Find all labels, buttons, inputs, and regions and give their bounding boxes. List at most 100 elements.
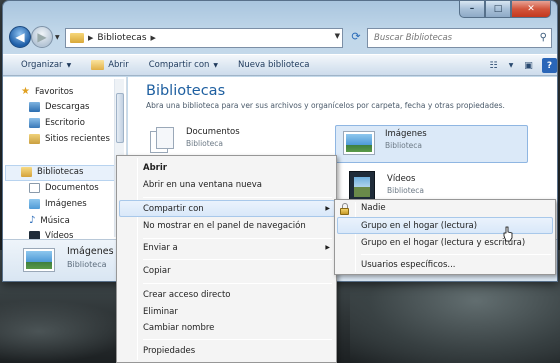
submenu-arrow-icon: ▶ — [325, 205, 330, 212]
library-name: Imágenes — [385, 129, 427, 139]
search-input[interactable] — [374, 33, 529, 43]
share-label: Compartir con — [148, 60, 210, 70]
menu-divider — [143, 238, 332, 239]
submenu-item-grupo-lectura-escritura[interactable]: Grupo en el hogar (lectura y escritura) — [361, 238, 525, 248]
share-submenu: Nadie Grupo en el hogar (lectura) Grupo … — [334, 199, 556, 275]
new-library-label: Nueva biblioteca — [238, 60, 310, 70]
pictures-icon — [29, 199, 40, 209]
library-name: Documentos — [186, 127, 240, 137]
sidebar-item-escritorio[interactable]: Escritorio — [29, 118, 85, 128]
sidebar-item-label: Favoritos — [34, 86, 74, 97]
sidebar-item-documentos[interactable]: Documentos — [29, 183, 99, 193]
documents-icon — [29, 183, 40, 193]
library-kind: Biblioteca — [186, 139, 224, 148]
menu-gutter — [355, 202, 356, 272]
libraries-icon — [21, 167, 32, 177]
close-button[interactable]: ✕ — [511, 1, 551, 18]
window-controls: – □ ✕ — [459, 1, 551, 18]
lock-icon — [339, 203, 350, 215]
refresh-icon[interactable]: ⟳ — [347, 30, 365, 46]
history-dropdown-icon[interactable]: ▼ — [55, 34, 60, 41]
chevron-down-icon: ▼ — [66, 61, 72, 69]
command-bar: Organizar ▼ Abrir Compartir con ▼ Nueva … — [3, 54, 557, 76]
menu-item-no-mostrar[interactable]: No mostrar en el panel de navegación — [143, 221, 306, 231]
sidebar-item-musica[interactable]: ♪ Música — [29, 215, 70, 226]
search-box: ⚲ — [367, 28, 552, 48]
navigation-pane: ★ Favoritos Descargas Escritorio Sitios … — [3, 77, 127, 239]
minimize-button[interactable]: – — [459, 1, 485, 18]
new-library-button[interactable]: Nueva biblioteca — [238, 60, 309, 70]
preview-pane-icon[interactable]: ▣ — [521, 58, 536, 73]
page-subtitle: Abra una biblioteca para ver sus archivo… — [146, 101, 505, 110]
menu-item-abrir[interactable]: Abrir — [143, 163, 167, 173]
details-kind: Biblioteca — [67, 260, 107, 269]
library-kind: Biblioteca — [387, 186, 425, 195]
sidebar-item-imagenes[interactable]: Imágenes — [29, 199, 87, 209]
menu-item-abrir-ventana-nueva[interactable]: Abrir en una ventana nueva — [143, 180, 262, 190]
menu-item-propiedades[interactable]: Propiedades — [143, 346, 195, 356]
pictures-library-icon — [21, 246, 57, 276]
menu-item-crear-acceso-directo[interactable]: Crear acceso directo — [143, 290, 231, 300]
page-title: Bibliotecas — [146, 83, 226, 99]
details-name: Imágenes — [67, 246, 114, 257]
music-icon: ♪ — [29, 215, 36, 226]
sidebar-item-label: Sitios recientes — [45, 134, 110, 144]
address-bar[interactable]: ▶ Bibliotecas ▶ ▼ — [65, 28, 343, 48]
mouse-cursor-icon — [503, 226, 513, 242]
breadcrumb-separator-icon[interactable]: ▶ — [88, 34, 93, 42]
search-icon[interactable]: ⚲ — [540, 32, 547, 43]
sidebar-item-favoritos[interactable]: ★ Favoritos — [21, 86, 73, 97]
submenu-arrow-icon: ▶ — [325, 244, 330, 251]
sidebar-item-label: Bibliotecas — [37, 167, 84, 177]
breadcrumb-separator-icon[interactable]: ▶ — [151, 34, 156, 42]
library-tile-imagenes[interactable]: Imágenes Biblioteca — [341, 129, 427, 157]
breadcrumb-libraries[interactable]: Bibliotecas — [97, 33, 146, 43]
sidebar-item-sitios-recientes[interactable]: Sitios recientes — [29, 134, 110, 144]
menu-divider — [143, 197, 332, 198]
scrollbar-thumb[interactable] — [116, 93, 124, 143]
sidebar-item-videos[interactable]: Vídeos — [29, 231, 73, 239]
star-icon: ★ — [21, 86, 30, 97]
view-controls: ☷ ▼ ▣ ? — [486, 58, 557, 73]
menu-item-eliminar[interactable]: Eliminar — [143, 307, 178, 317]
sidebar-item-label: Música — [40, 215, 70, 226]
sidebar-item-bibliotecas[interactable]: Bibliotecas — [21, 167, 83, 177]
chevron-down-icon: ▼ — [213, 61, 219, 69]
open-folder-icon — [91, 60, 105, 70]
context-menu: Abrir Abrir en una ventana nueva Compart… — [116, 155, 337, 363]
sidebar-item-label: Escritorio — [45, 118, 85, 128]
forward-button[interactable]: ▶ — [31, 26, 53, 48]
library-tile-documentos[interactable]: Documentos Biblioteca — [146, 127, 240, 155]
chevron-down-icon[interactable]: ▼ — [507, 58, 515, 73]
submenu-item-usuarios-especificos[interactable]: Usuarios específicos... — [361, 260, 456, 270]
open-button[interactable]: Abrir — [91, 60, 129, 70]
menu-item-compartir-con[interactable]: Compartir con — [143, 204, 204, 214]
back-button[interactable]: ◀ — [9, 26, 31, 48]
pictures-library-icon — [341, 129, 377, 157]
maximize-button[interactable]: □ — [485, 1, 511, 18]
libraries-folder-icon — [70, 33, 84, 43]
menu-item-copiar[interactable]: Copiar — [143, 266, 171, 276]
menu-item-enviar-a[interactable]: Enviar a — [143, 243, 178, 253]
sidebar-item-label: Documentos — [45, 183, 99, 193]
navigation-bar: ◀ ▶ ▼ ▶ Bibliotecas ▶ ▼ ⟳ ⚲ — [9, 26, 552, 50]
menu-item-cambiar-nombre[interactable]: Cambiar nombre — [143, 323, 214, 333]
organize-label: Organizar — [21, 60, 63, 70]
submenu-item-nadie[interactable]: Nadie — [361, 203, 386, 213]
desktop-icon — [29, 118, 40, 128]
downloads-icon — [29, 102, 40, 112]
videos-icon — [29, 231, 40, 239]
address-dropdown-icon[interactable]: ▼ — [335, 32, 340, 40]
change-view-icon[interactable]: ☷ — [486, 58, 501, 73]
library-kind: Biblioteca — [385, 141, 423, 150]
sidebar-item-label: Descargas — [45, 102, 90, 112]
menu-divider — [143, 283, 332, 284]
open-label: Abrir — [108, 60, 129, 70]
organize-button[interactable]: Organizar ▼ — [21, 60, 71, 70]
library-name: Vídeos — [387, 174, 416, 184]
sidebar-item-descargas[interactable]: Descargas — [29, 102, 89, 112]
share-button[interactable]: Compartir con ▼ — [149, 60, 218, 70]
help-icon[interactable]: ? — [542, 58, 557, 73]
menu-divider — [143, 339, 332, 340]
submenu-item-grupo-lectura[interactable]: Grupo en el hogar (lectura) — [361, 221, 477, 231]
